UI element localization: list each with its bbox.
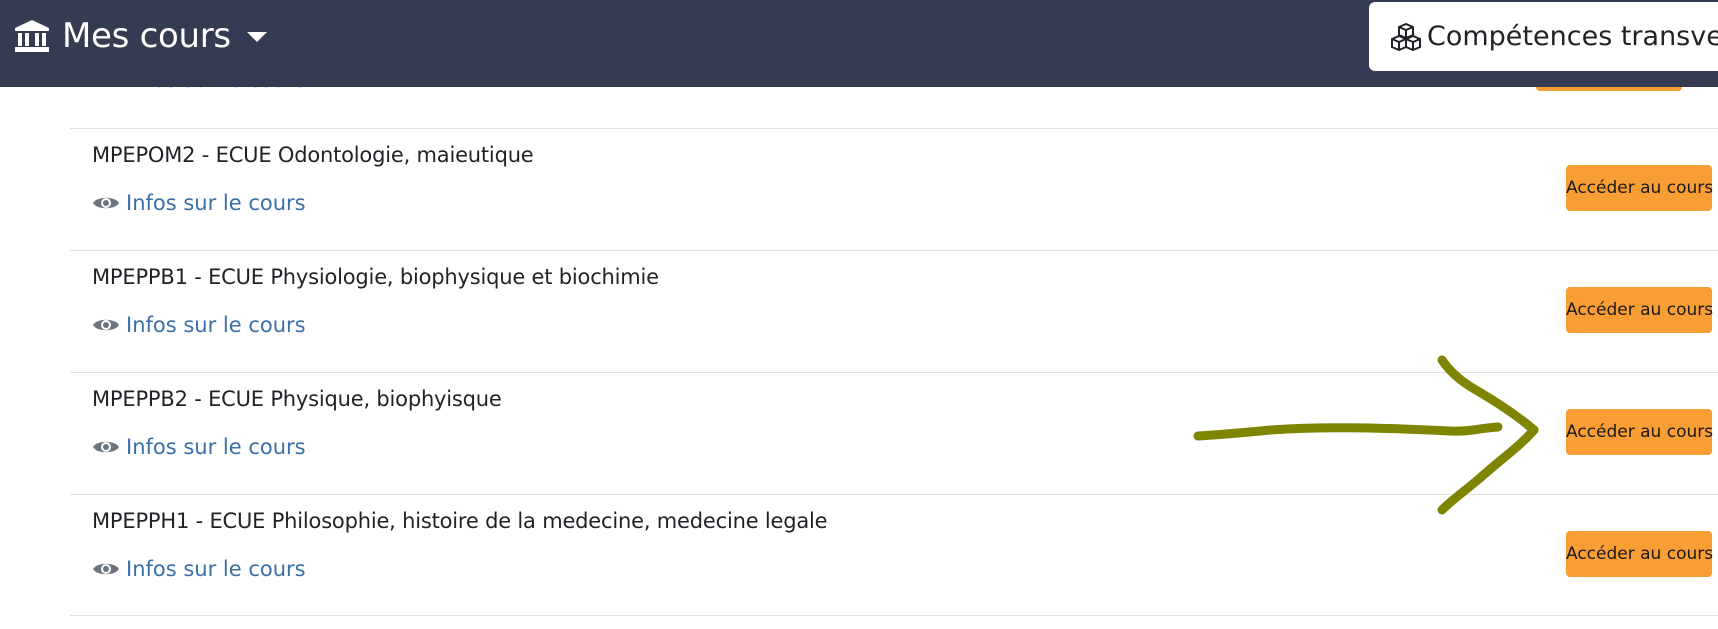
page-title: Mes cours [62, 16, 231, 56]
course-title: MPEPPB1 - ECUE Physiologie, biophysique … [92, 265, 659, 289]
course-row: MPEPPH1 - ECUE Philosophie, histoire de … [70, 494, 1718, 616]
caret-down-icon [246, 32, 267, 42]
course-title: MPEPPH1 - ECUE Philosophie, histoire de … [92, 509, 828, 533]
course-row: MPEPOM2 - ECUE Odontologie, maieutique I… [70, 128, 1718, 250]
eye-icon [93, 563, 119, 575]
bank-icon [15, 20, 49, 52]
cubes-icon [1391, 22, 1421, 51]
course-title: MPEPOM2 - ECUE Odontologie, maieutique [92, 143, 534, 167]
eye-icon [93, 197, 119, 209]
transversal-skills-label: Compétences transvers [1427, 21, 1718, 52]
course-info-label: Infos sur le cours [126, 435, 306, 459]
page: Infos sur le cours MPEPOM2 - ECUE Odonto… [0, 0, 1718, 629]
course-info-label: Infos sur le cours [126, 313, 306, 337]
navbar: Mes cours Compétences transvers [0, 0, 1718, 87]
access-course-button[interactable]: Accéder au cours [1566, 165, 1713, 211]
access-course-button[interactable]: Accéder au cours [1566, 409, 1713, 455]
course-info-link[interactable]: Infos sur le cours [92, 191, 306, 215]
eye-icon [93, 441, 119, 453]
access-course-button[interactable]: Accéder au cours [1566, 287, 1713, 333]
course-info-link[interactable]: Infos sur le cours [92, 313, 306, 337]
course-title: MPEPPB2 - ECUE Physique, biophyisque [92, 387, 502, 411]
course-info-label: Infos sur le cours [126, 557, 306, 581]
course-info-link[interactable]: Infos sur le cours [92, 435, 306, 459]
my-courses-menu[interactable]: Mes cours [14, 14, 267, 58]
eye-icon [93, 319, 119, 331]
access-course-button[interactable]: Accéder au cours [1566, 531, 1713, 577]
course-info-label: Infos sur le cours [126, 191, 306, 215]
course-info-link[interactable]: Infos sur le cours [92, 557, 306, 581]
course-row: MPEPPB1 - ECUE Physiologie, biophysique … [70, 250, 1718, 372]
transversal-skills-button[interactable]: Compétences transvers [1369, 2, 1718, 71]
course-row: MPEPPB2 - ECUE Physique, biophyisque Inf… [70, 372, 1718, 494]
